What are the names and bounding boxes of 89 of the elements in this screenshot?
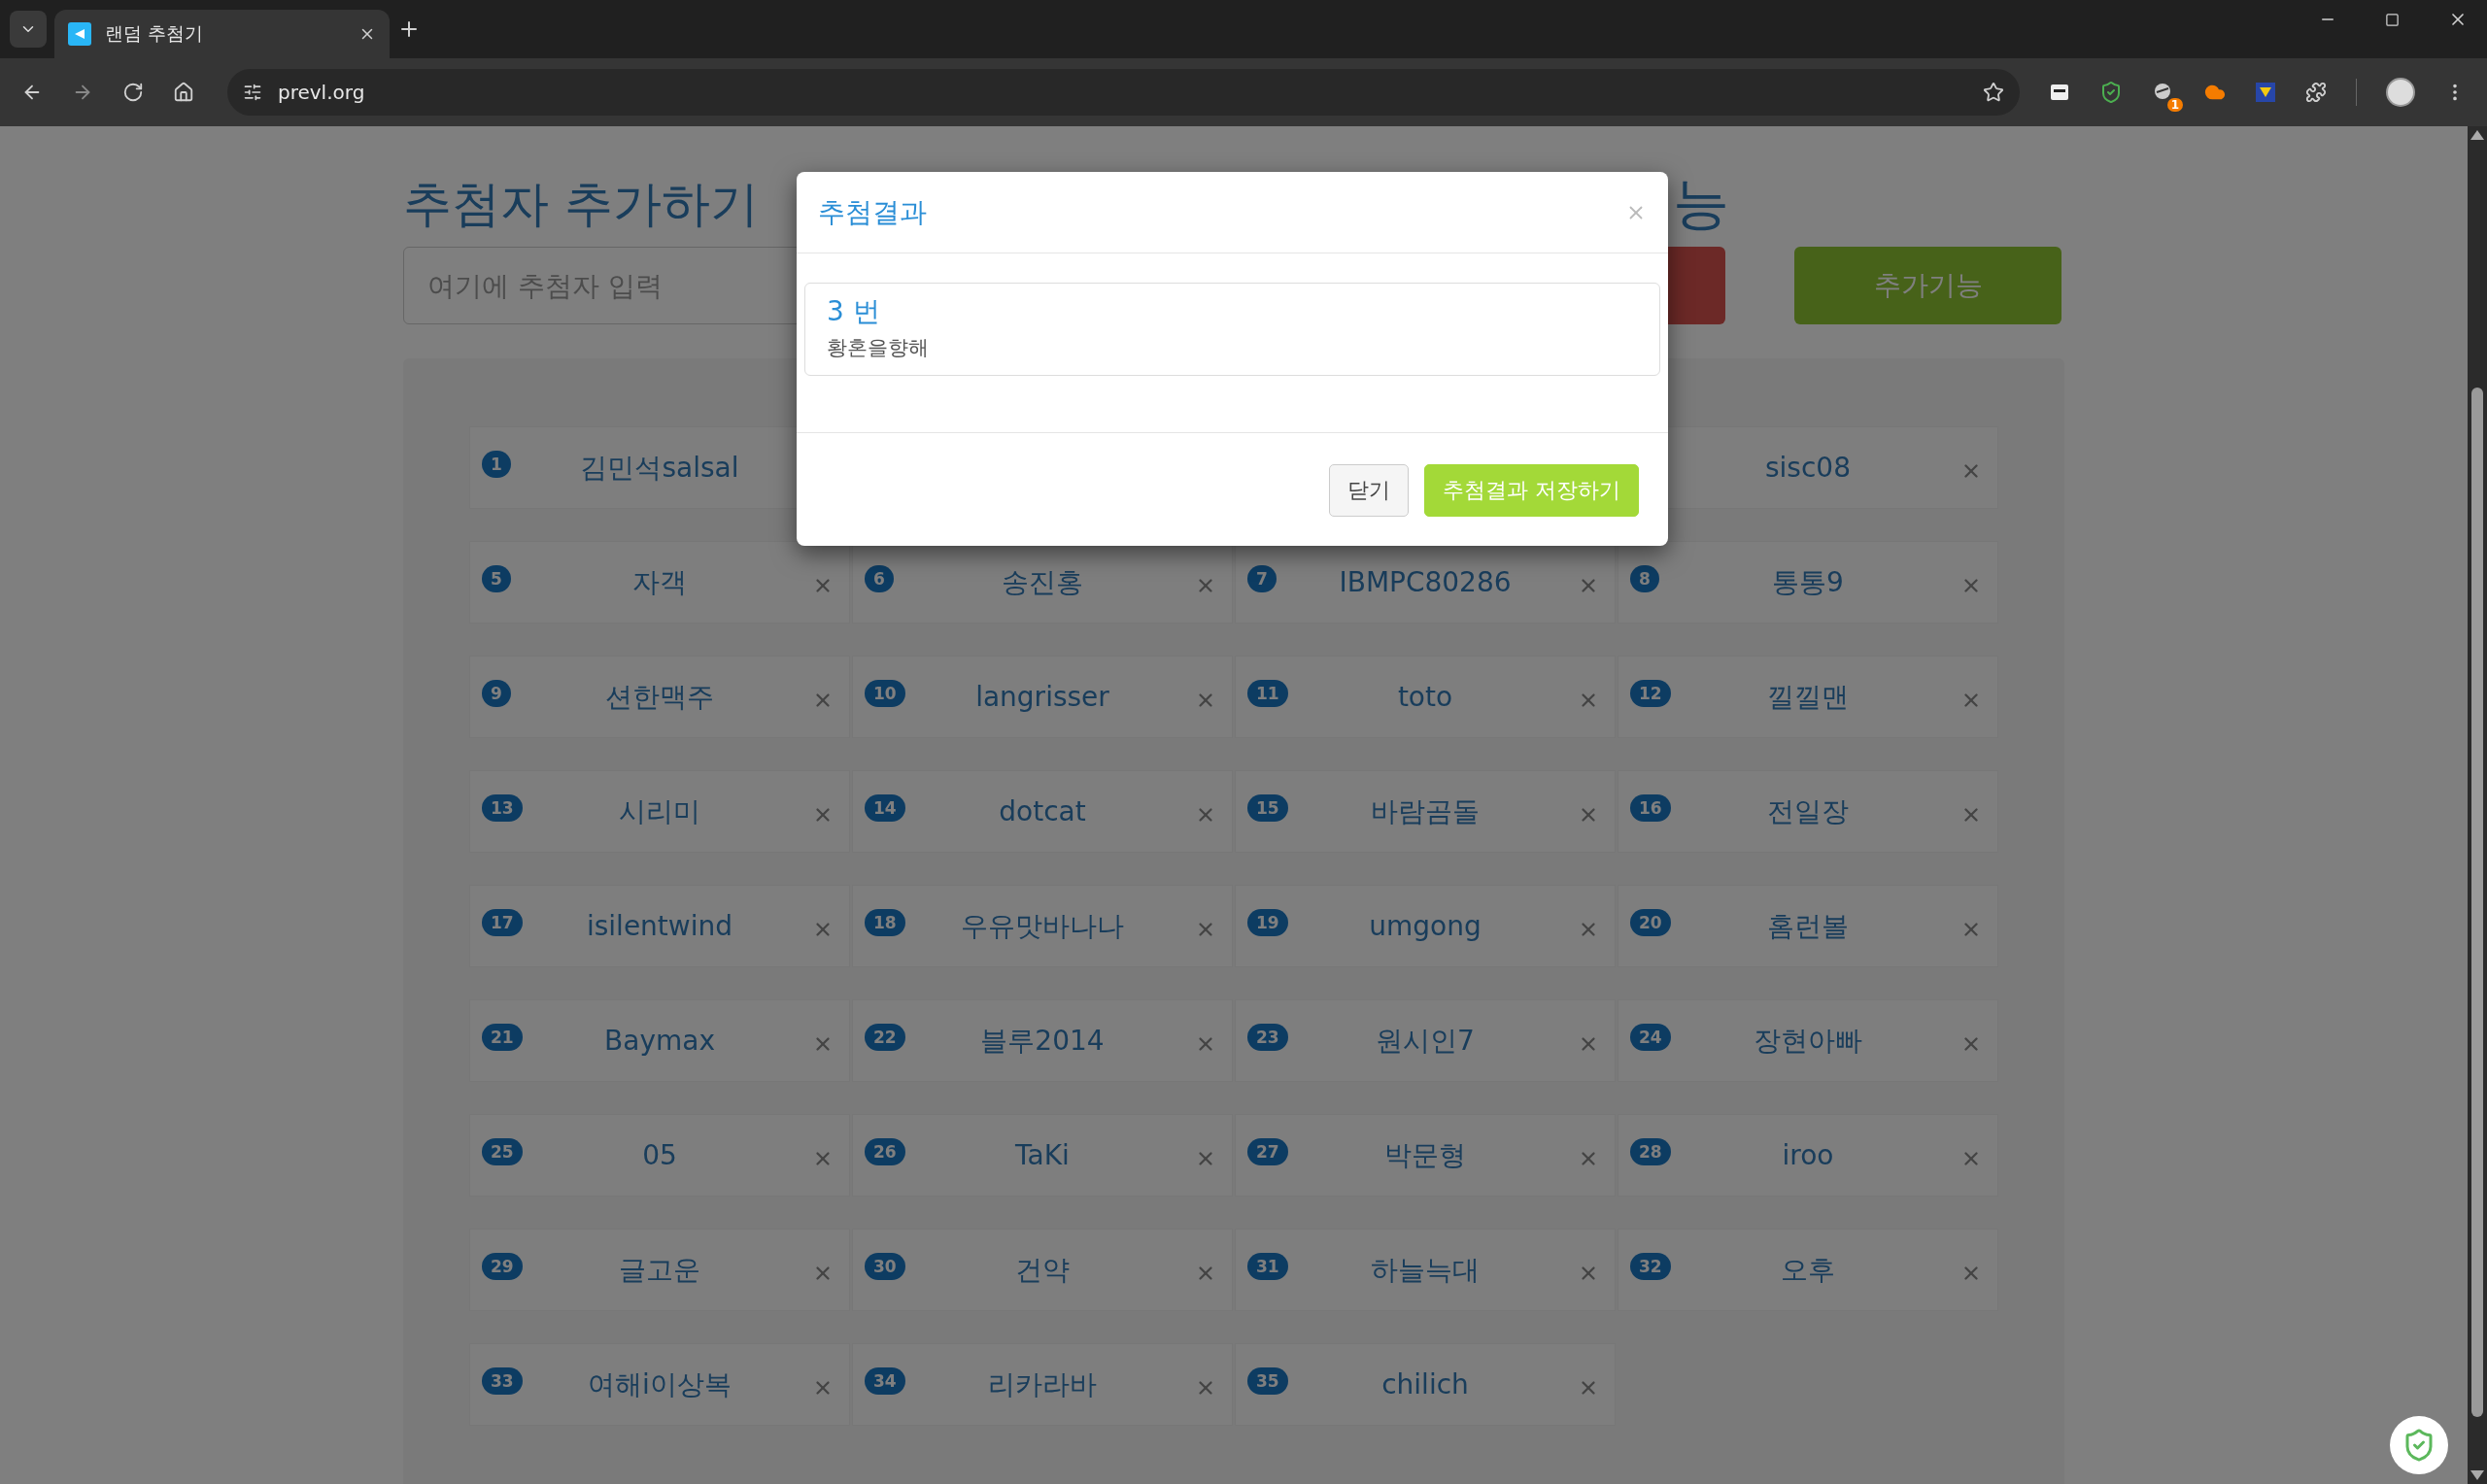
entry-name: langrisser bbox=[974, 681, 1110, 713]
extension-icon[interactable] bbox=[2255, 82, 2276, 103]
number-badge: 24 bbox=[1630, 1024, 1671, 1051]
number-badge: 26 bbox=[865, 1138, 905, 1165]
entry-name: chilich bbox=[1380, 1368, 1470, 1400]
reload-icon[interactable] bbox=[122, 82, 144, 103]
address-bar[interactable]: prevl.org bbox=[227, 69, 2020, 116]
tab-title: 랜덤 추첨기 bbox=[105, 21, 205, 46]
url-text: prevl.org bbox=[278, 81, 366, 104]
entry-name: 여해i이상복 bbox=[587, 1366, 732, 1402]
entry-name: 장현아빠 bbox=[1753, 1023, 1863, 1059]
extension-icon[interactable] bbox=[2049, 82, 2070, 103]
entry-name: 낄낄맨 bbox=[1766, 679, 1850, 715]
entry-name: umgong bbox=[1368, 910, 1482, 942]
number-badge: 12 bbox=[1630, 680, 1671, 707]
number-badge: 34 bbox=[865, 1367, 905, 1395]
page-heading: 추첨자 추가하기 bbox=[403, 174, 759, 234]
number-badge: 19 bbox=[1247, 909, 1288, 936]
favicon-icon bbox=[68, 22, 91, 46]
number-badge: 7 bbox=[1247, 565, 1277, 592]
scrollbar[interactable] bbox=[2468, 126, 2487, 1484]
shield-icon[interactable] bbox=[2099, 81, 2123, 104]
site-settings-icon[interactable] bbox=[243, 83, 262, 102]
entry-name: TaKi bbox=[1014, 1139, 1071, 1171]
number-badge: 5 bbox=[482, 565, 511, 592]
home-icon[interactable] bbox=[173, 82, 194, 103]
entry-name: sisc08 bbox=[1764, 452, 1852, 484]
number-badge: 35 bbox=[1247, 1367, 1288, 1395]
shield-check-icon[interactable] bbox=[2390, 1416, 2448, 1474]
number-badge: 28 bbox=[1630, 1138, 1671, 1165]
entry-name: 김민석salsal bbox=[579, 450, 740, 486]
result-name: 황혼을향해 bbox=[827, 335, 930, 361]
entry-name: 리카라바 bbox=[987, 1366, 1098, 1402]
entry-name: 05 bbox=[641, 1139, 678, 1171]
browser-tab[interactable]: 랜덤 추첨기 bbox=[54, 10, 390, 58]
number-badge: 15 bbox=[1247, 794, 1288, 822]
section-heading: 능 bbox=[1673, 169, 1729, 238]
result-number: 3 번 bbox=[827, 294, 881, 329]
entry-name: toto bbox=[1396, 681, 1454, 713]
close-button[interactable]: 닫기 bbox=[1329, 464, 1409, 517]
entry-name: 하늘늑대 bbox=[1370, 1252, 1481, 1288]
entry-name: 션한맥주 bbox=[604, 679, 715, 715]
dialog-title: 추첨결과 bbox=[818, 194, 928, 230]
bookmark-star-icon[interactable] bbox=[1983, 82, 2004, 103]
entry-name: isilentwind bbox=[585, 910, 734, 942]
number-badge: 33 bbox=[482, 1367, 523, 1395]
number-badge: 29 bbox=[482, 1253, 523, 1280]
number-badge: 1 bbox=[482, 451, 511, 478]
number-badge: 30 bbox=[865, 1253, 905, 1280]
entry-name: dotcat bbox=[998, 795, 1087, 827]
entry-name: iroo bbox=[1781, 1139, 1835, 1171]
entry-name: 송진홍 bbox=[1001, 564, 1084, 600]
number-badge: 8 bbox=[1630, 565, 1659, 592]
entry-name: 글고운 bbox=[618, 1252, 701, 1288]
notification-badge: 1 bbox=[2166, 98, 2183, 112]
entry-name: 전일장 bbox=[1766, 793, 1850, 829]
number-badge: 6 bbox=[865, 565, 894, 592]
entry-name: 통통9 bbox=[1771, 564, 1845, 600]
tab-search-button[interactable] bbox=[10, 11, 47, 48]
number-badge: 14 bbox=[865, 794, 905, 822]
entry-name: 시리미 bbox=[618, 793, 701, 829]
number-badge: 16 bbox=[1630, 794, 1671, 822]
entry-name: 바람곰돌 bbox=[1370, 793, 1481, 829]
extensions-puzzle-icon[interactable] bbox=[2305, 82, 2327, 103]
number-badge: 22 bbox=[865, 1024, 905, 1051]
entry-name: 건약 bbox=[1014, 1252, 1071, 1288]
entry-name: Baymax bbox=[603, 1025, 716, 1057]
profile-avatar[interactable] bbox=[2386, 78, 2415, 107]
entry-name: 자객 bbox=[631, 564, 688, 600]
entry-name: 오후 bbox=[1780, 1252, 1836, 1288]
number-badge: 31 bbox=[1247, 1253, 1288, 1280]
entry-name: 홈런볼 bbox=[1766, 908, 1850, 944]
number-badge: 9 bbox=[482, 680, 511, 707]
entry-name: 블루2014 bbox=[979, 1023, 1106, 1059]
entry-name: 우유맛바나나 bbox=[960, 908, 1125, 944]
number-badge: 20 bbox=[1630, 909, 1671, 936]
number-badge: 18 bbox=[865, 909, 905, 936]
entry-name: 박문형 bbox=[1383, 1137, 1467, 1173]
number-badge: 21 bbox=[482, 1024, 523, 1051]
number-badge: 27 bbox=[1247, 1138, 1288, 1165]
number-badge: 13 bbox=[482, 794, 523, 822]
entry-name: 원시인7 bbox=[1375, 1023, 1476, 1059]
number-badge: 23 bbox=[1247, 1024, 1288, 1051]
number-badge: 10 bbox=[865, 680, 905, 707]
number-badge: 25 bbox=[482, 1138, 523, 1165]
number-badge: 17 bbox=[482, 909, 523, 936]
entry-name: IBMPC80286 bbox=[1338, 566, 1513, 598]
number-badge: 32 bbox=[1630, 1253, 1671, 1280]
number-badge: 11 bbox=[1247, 680, 1288, 707]
